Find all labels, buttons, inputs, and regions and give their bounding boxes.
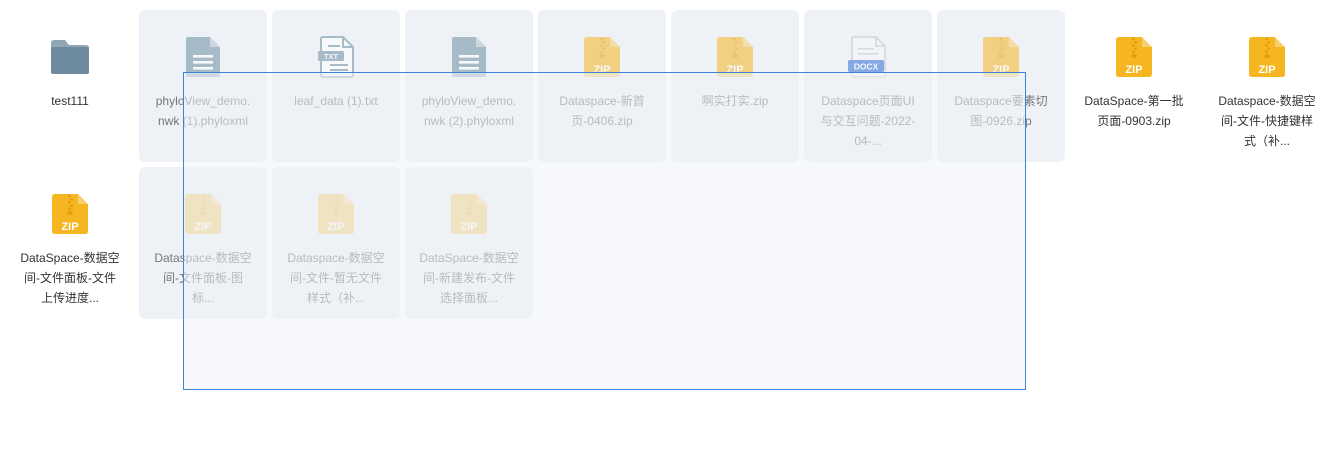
file-name: leaf_data (1).txt (294, 94, 378, 108)
file-item[interactable]: ZIP Dataspace-新首页-0406.zip (538, 10, 666, 162)
file-name: Dataspace页面UI与交互问题-2022-04-... (820, 94, 916, 148)
svg-text:ZIP: ZIP (194, 221, 211, 233)
file-name: phyloView_demo.nwk (1).phyloxml (155, 94, 251, 128)
file-icon: ZIP (1113, 36, 1155, 78)
file-icon: ZIP (315, 193, 357, 235)
svg-text:ZIP: ZIP (1125, 64, 1142, 76)
file-item[interactable]: ZIP 啊实打实.zip (671, 10, 799, 162)
svg-text:DOCX: DOCX (854, 62, 879, 72)
file-item[interactable]: ZIP DataSpace-数据空间-新建发布-文件选择面板... (405, 167, 533, 319)
svg-text:TXT: TXT (324, 52, 339, 61)
svg-text:ZIP: ZIP (593, 64, 610, 76)
file-name: test111 (51, 94, 89, 108)
file-icon: ZIP (581, 36, 623, 78)
file-name: Dataspace-数据空间-文件-暂无文件样式（补... (287, 251, 385, 305)
file-name: phyloView_demo.nwk (2).phyloxml (421, 94, 517, 128)
file-icon: ZIP (1246, 36, 1288, 78)
svg-text:ZIP: ZIP (61, 221, 78, 233)
file-item[interactable]: phyloView_demo.nwk (1).phyloxml (139, 10, 267, 162)
file-icon: TXT (315, 36, 357, 78)
file-icon: ZIP (714, 36, 756, 78)
file-name: Dataspace要素切图-0926.zip (954, 94, 1048, 128)
svg-text:ZIP: ZIP (327, 221, 344, 233)
file-grid: test111 phyloView_demo.nwk (1).phyloxml TX… (6, 10, 1331, 319)
file-icon: ZIP (448, 193, 490, 235)
file-name: DataSpace-数据空间-新建发布-文件选择面板... (419, 251, 519, 305)
file-item[interactable]: phyloView_demo.nwk (2).phyloxml (405, 10, 533, 162)
file-name: Dataspace-新首页-0406.zip (559, 94, 645, 128)
file-name: DataSpace-数据空间-文件面板-文件上传进度... (20, 251, 120, 305)
file-name: 啊实打实.zip (701, 94, 769, 108)
svg-text:ZIP: ZIP (460, 221, 477, 233)
file-item[interactable]: ZIP Dataspace要素切图-0926.zip (937, 10, 1065, 162)
svg-text:ZIP: ZIP (726, 64, 743, 76)
file-item[interactable]: DOCX Dataspace页面UI与交互问题-2022-04-... (804, 10, 932, 162)
file-icon: ZIP (49, 193, 91, 235)
file-item[interactable]: ZIP DataSpace-第一批页面-0903.zip (1070, 10, 1198, 162)
file-item[interactable]: ZIP Dataspace-数据空间-文件-暂无文件样式（补... (272, 167, 400, 319)
file-name: Dataspace-数据空间-文件-快捷键样式（补... (1218, 94, 1316, 148)
file-icon (182, 36, 224, 78)
svg-text:ZIP: ZIP (992, 64, 1009, 76)
file-item[interactable]: ZIP Dataspace-数据空间-文件面板-图标... (139, 167, 267, 319)
file-item[interactable]: test111 (6, 10, 134, 162)
file-icon (49, 36, 91, 78)
file-item[interactable]: ZIP DataSpace-数据空间-文件面板-文件上传进度... (6, 167, 134, 319)
file-icon: DOCX (847, 36, 889, 78)
svg-text:ZIP: ZIP (1258, 64, 1275, 76)
file-item[interactable]: ZIP Dataspace-数据空间-文件-快捷键样式（补... (1203, 10, 1331, 162)
file-name: DataSpace-第一批页面-0903.zip (1084, 94, 1184, 128)
file-icon (448, 36, 490, 78)
file-icon: ZIP (980, 36, 1022, 78)
file-icon: ZIP (182, 193, 224, 235)
file-item[interactable]: TXT leaf_data (1).txt (272, 10, 400, 162)
file-name: Dataspace-数据空间-文件面板-图标... (154, 251, 252, 305)
